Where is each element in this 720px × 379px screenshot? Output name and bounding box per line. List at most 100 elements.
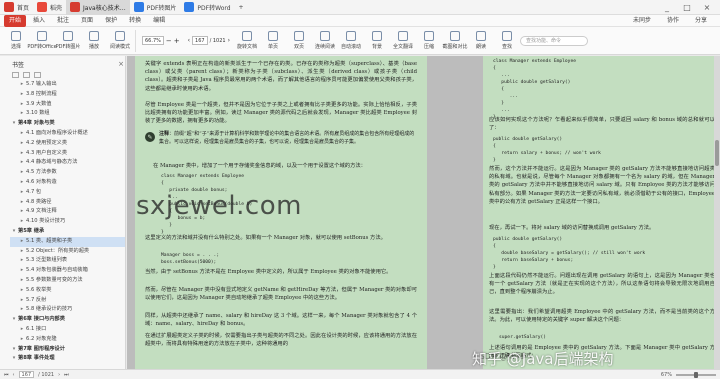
hand-button[interactable]: 选择 (3, 28, 29, 54)
chevron-right-icon[interactable]: ▸ (18, 237, 26, 247)
chevron-right-icon[interactable]: ▸ (18, 325, 26, 335)
chevron-down-icon[interactable]: ▾ (10, 227, 18, 237)
screenshot-button[interactable]: 截图和对比 (442, 28, 468, 54)
menu-item-5[interactable]: 转换 (124, 15, 146, 27)
scrollbar-thumb[interactable] (715, 140, 719, 166)
menu-right-0[interactable]: 未同步 (628, 15, 656, 27)
chevron-down-icon[interactable]: ▾ (10, 345, 18, 355)
sidebar-item[interactable]: ▸ 5.1 类、超类和子类 (10, 236, 125, 247)
menu-item-0[interactable]: 开始 (4, 14, 27, 27)
sidebar-item[interactable]: ▸ 4.2 使用预定义类 (10, 139, 125, 149)
chevron-right-icon[interactable]: ▸ (18, 247, 26, 257)
sidebar-item[interactable]: ▸ 5.3 泛型数组列表 (10, 256, 125, 266)
chevron-right-icon[interactable]: ▸ (18, 335, 26, 345)
menu-item-4[interactable]: 保护 (100, 15, 122, 27)
chevron-right-icon[interactable]: ▸ (18, 256, 26, 266)
prev-page-icon[interactable]: ‹ (13, 372, 15, 378)
chevron-right-icon[interactable]: ▸ (18, 129, 26, 139)
menu-item-3[interactable]: 页面 (76, 15, 98, 27)
chevron-right-icon[interactable]: ▸ (18, 217, 26, 227)
menu-right-1[interactable]: 协作 (662, 15, 684, 27)
chevron-right-icon[interactable]: ▸ (18, 109, 26, 119)
sidebar-item[interactable]: ▾ 第4章 对象与类 (10, 119, 125, 129)
chevron-down-icon[interactable]: ▾ (10, 119, 18, 129)
chevron-right-icon[interactable]: ▸ (18, 80, 26, 90)
sidebar-item[interactable]: ▸ 4.5 方法参数 (10, 168, 125, 178)
read-aloud-button[interactable]: 朗读 (468, 28, 494, 54)
minimize-icon[interactable]: _ (660, 1, 674, 13)
maximize-icon[interactable]: □ (680, 1, 694, 13)
chevron-right-icon[interactable]: ▸ (18, 149, 26, 159)
convert-button[interactable]: PDF转Office (27, 28, 57, 54)
sidebar-item[interactable]: ▸ 3.8 控制流程 (10, 90, 125, 100)
chevron-right-icon[interactable]: ▸ (18, 198, 26, 208)
sidebar-item[interactable]: ▸ 5.5 参数数量可变的方法 (10, 276, 125, 286)
sidebar-item[interactable]: ▸ 4.10 类设计技巧 (10, 217, 125, 227)
expand-icon[interactable] (12, 72, 19, 78)
collapse-icon[interactable] (23, 72, 30, 78)
double-page-button[interactable]: 双页 (286, 28, 312, 54)
new-tab-icon[interactable]: + (235, 0, 248, 15)
sidebar-item[interactable]: ▸ 4.6 对象构造 (10, 178, 125, 188)
chevron-right-icon[interactable]: ▸ (18, 266, 26, 276)
tab-1[interactable]: 稻壳 (33, 0, 66, 15)
tab-4[interactable]: PDF转Word (180, 0, 234, 15)
chevron-right-icon[interactable]: ▸ (18, 90, 26, 100)
page-input[interactable]: 167 (192, 36, 208, 45)
rotate-button[interactable]: 旋转文档 (234, 28, 260, 54)
menu-right-2[interactable]: 分享 (690, 15, 712, 27)
image-button[interactable]: PDF转图片 (55, 28, 81, 54)
sidebar-item[interactable]: ▸ 4.9 文档注释 (10, 207, 125, 217)
book-button[interactable]: 阅读模式 (107, 28, 133, 54)
single-page-button[interactable]: 单页 (260, 28, 286, 54)
translate-button[interactable]: 全文翻译 (390, 28, 416, 54)
autoscroll-button[interactable]: 自动滚动 (338, 28, 364, 54)
chevron-right-icon[interactable]: ▸ (18, 296, 26, 306)
sidebar-item[interactable]: ▸ 3.10 数组 (10, 109, 125, 119)
chevron-right-icon[interactable]: ▸ (18, 276, 26, 286)
next-page-icon[interactable]: › (228, 37, 230, 44)
add-bookmark-icon[interactable] (34, 72, 41, 78)
chevron-right-icon[interactable]: ▸ (18, 168, 26, 178)
sidebar-item[interactable]: ▾ 第5章 继承 (10, 227, 125, 237)
chevron-right-icon[interactable]: ▸ (18, 188, 26, 198)
menu-item-6[interactable]: 编辑 (148, 15, 170, 27)
close-icon[interactable]: × (118, 60, 124, 68)
sidebar-item[interactable]: ▸ 4.7 包 (10, 188, 125, 198)
play-button[interactable]: 播放 (81, 28, 107, 54)
prev-page-icon[interactable]: ‹ (188, 37, 190, 44)
first-page-icon[interactable]: ⏮ (4, 372, 9, 378)
tab-0[interactable]: 首页 (0, 0, 33, 15)
sidebar-item[interactable]: ▾ 第7章 图形程序设计 (10, 345, 125, 355)
vertical-scrollbar[interactable] (714, 56, 720, 369)
background-button[interactable]: 背景 (364, 28, 390, 54)
chevron-right-icon[interactable]: ▸ (18, 305, 26, 315)
command-search-input[interactable]: 查找功能、命令 (520, 35, 588, 46)
sidebar-item[interactable]: ▸ 5.2 Object：所有类的超类 (10, 247, 125, 257)
status-page-input[interactable]: 167 (18, 371, 35, 378)
tab-2[interactable]: Java核心技术… (66, 0, 130, 15)
chevron-right-icon[interactable]: ▸ (18, 100, 26, 110)
close-window-icon[interactable]: × (700, 1, 714, 13)
sidebar-item[interactable]: ▸ 5.7 反射 (10, 296, 125, 306)
chevron-right-icon[interactable]: ▸ (18, 139, 26, 149)
chevron-right-icon[interactable]: ▸ (18, 286, 26, 296)
scroll-button[interactable]: 连续阅读 (312, 28, 338, 54)
menu-item-1[interactable]: 插入 (28, 15, 50, 27)
sidebar-item[interactable]: ▸ 6.2 对象克隆 (10, 335, 125, 345)
next-page-icon[interactable]: › (58, 372, 60, 378)
compress-button[interactable]: 压缩 (416, 28, 442, 54)
sidebar-item[interactable]: ▾ 第8章 事件处理 (10, 354, 125, 364)
sidebar-item[interactable]: ▸ 3.9 大数值 (10, 100, 125, 110)
status-zoom[interactable]: 67% (661, 372, 672, 378)
sidebar-item[interactable]: ▸ 5.4 对象包装器与自动装箱 (10, 266, 125, 276)
sidebar-item[interactable]: ▸ 4.3 用户自定义类 (10, 149, 125, 159)
chevron-down-icon[interactable]: ▾ (10, 315, 18, 325)
zoom-in-icon[interactable]: + (174, 37, 180, 45)
sidebar-item[interactable]: ▾ 第6章 接口与内部类 (10, 315, 125, 325)
zoom-slider-thumb[interactable] (694, 371, 698, 378)
zoom-out-icon[interactable]: − (166, 37, 172, 45)
menu-item-2[interactable]: 批注 (52, 15, 74, 27)
last-page-icon[interactable]: ⏭ (64, 372, 69, 378)
chevron-down-icon[interactable]: ▾ (10, 354, 18, 364)
